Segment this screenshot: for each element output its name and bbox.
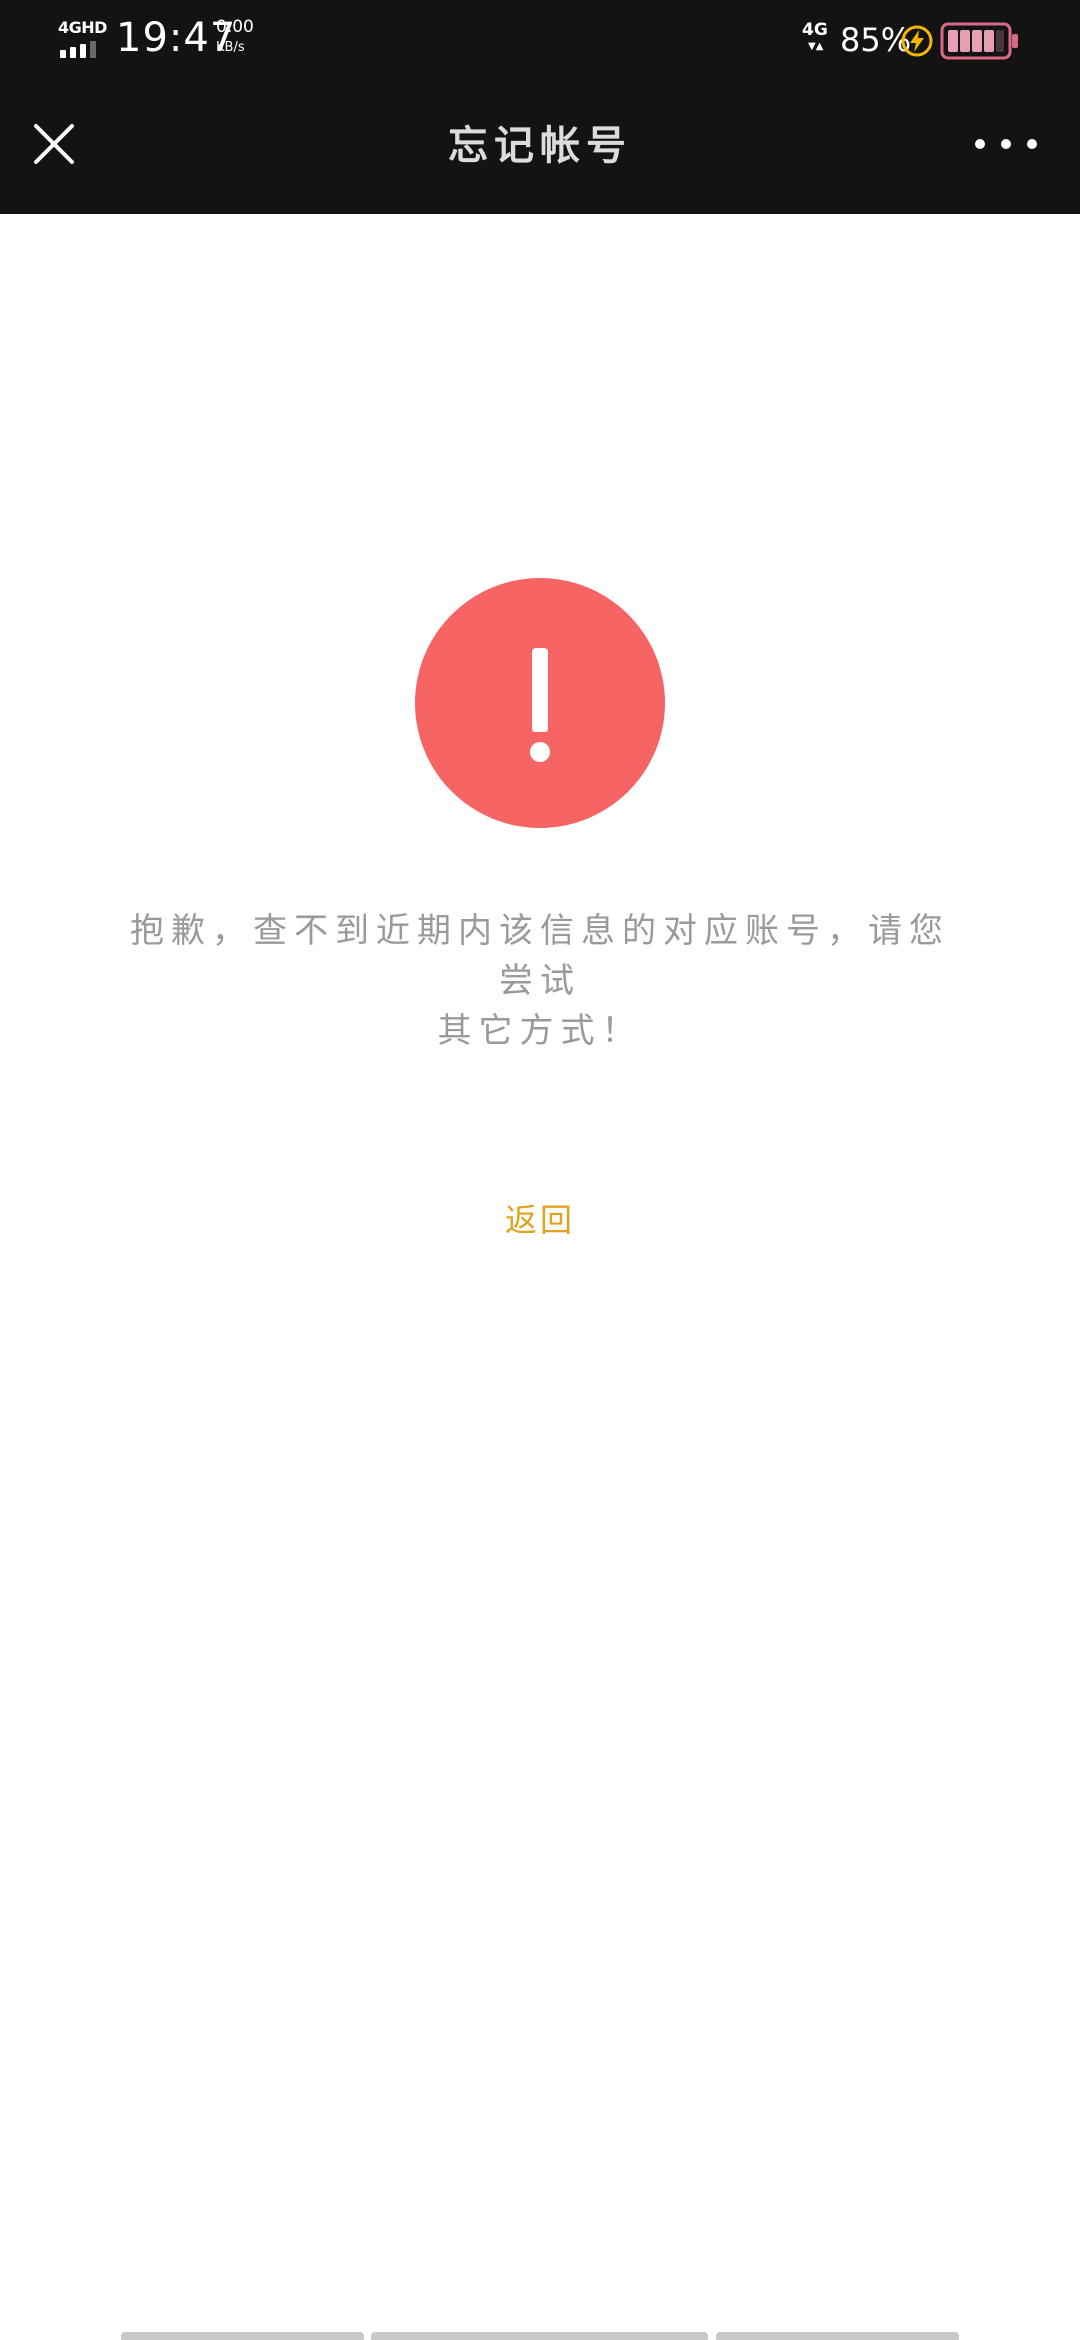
more-icon[interactable] <box>966 116 1046 172</box>
error-message-line-2: 其它方式！ <box>437 1011 643 1051</box>
mobile-data-label: 4G <box>802 20 828 40</box>
back-link[interactable]: 返回 <box>490 1196 590 1244</box>
page-title: 忘记帐号 <box>448 123 632 169</box>
network-speed: 0.00 KB/s <box>216 18 254 57</box>
data-activity-icon: ▼▲ <box>808 41 824 52</box>
charging-icon <box>901 25 933 57</box>
network-speed-value: 0.00 <box>216 17 254 37</box>
network-indicator: 4GHD <box>58 20 108 60</box>
network-speed-unit: KB/s <box>216 40 245 55</box>
bottom-hint-right <box>716 2332 959 2340</box>
bottom-hint-left <box>121 2332 364 2340</box>
status-bar: 4GHD 19:47 0.00 KB/s 4G ▼▲ 85% <box>0 0 1080 78</box>
exclamation-icon <box>415 578 665 828</box>
network-label: 4GHD <box>58 18 107 37</box>
error-message-line-1: 抱歉，查不到近期内该信息的对应账号，请您尝试 <box>130 911 950 1001</box>
bottom-hint-center <box>371 2332 708 2340</box>
title-bar: 忘记帐号 <box>0 78 1080 214</box>
battery-icon <box>940 22 1018 60</box>
error-message: 抱歉，查不到近期内该信息的对应账号，请您尝试 其它方式！ <box>110 906 970 1056</box>
